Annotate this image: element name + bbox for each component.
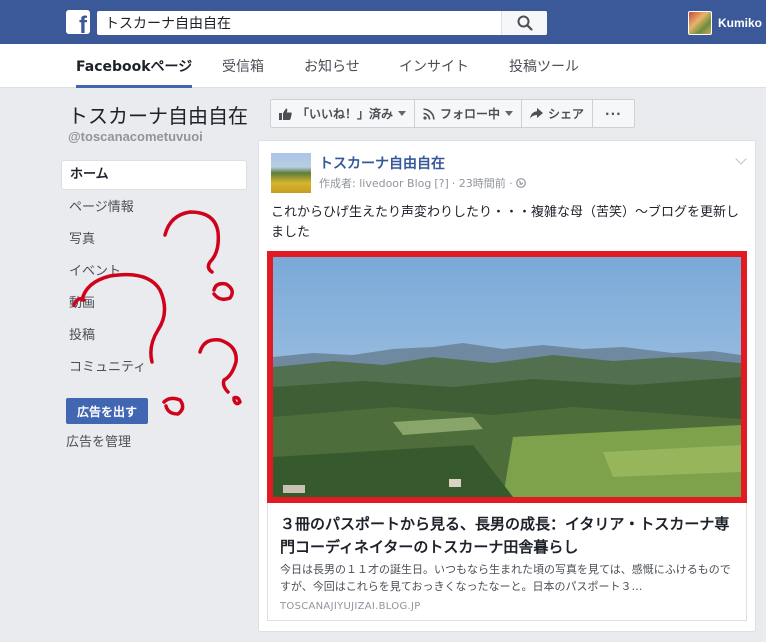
profile-link[interactable]: Kumiko — [688, 11, 762, 35]
chevron-down-icon — [505, 111, 514, 116]
more-icon: ··· — [605, 106, 622, 121]
sidebar-item-events[interactable]: イベント — [61, 256, 247, 288]
chevron-down-icon — [398, 111, 407, 116]
landscape-photo — [273, 257, 741, 497]
tab-notifications[interactable]: お知らせ — [304, 44, 360, 88]
profile-name: Kumiko — [718, 16, 763, 30]
sidebar-item-home[interactable]: ホーム — [61, 160, 247, 190]
tab-inbox[interactable]: 受信箱 — [222, 44, 264, 88]
post-time[interactable]: · 23時間前 · — [452, 175, 513, 191]
page-action-bar: 「いいね！」済み フォロー中 シェア ··· — [270, 99, 635, 128]
tab-facebook-page[interactable]: Facebookページ — [76, 44, 193, 88]
more-options-button[interactable]: ··· — [592, 99, 635, 128]
tab-publishing-tools[interactable]: 投稿ツール — [509, 44, 579, 88]
help-link[interactable]: [?] — [434, 177, 448, 190]
share-button[interactable]: シェア — [521, 99, 594, 128]
top-navigation-bar: f Kumiko — [0, 0, 766, 44]
page-avatar[interactable] — [271, 153, 311, 193]
rss-icon — [423, 107, 435, 120]
post-author[interactable]: トスカーナ自由自在 — [319, 153, 445, 173]
sidebar-item-videos[interactable]: 動画 — [61, 288, 247, 320]
share-arrow-icon — [530, 108, 544, 119]
tab-insights[interactable]: インサイト — [399, 44, 469, 88]
search-box — [97, 11, 547, 35]
sidebar-item-posts[interactable]: 投稿 — [61, 320, 247, 352]
page-tab-bar: Facebookページ 受信箱 お知らせ インサイト 投稿ツール — [0, 44, 766, 88]
page-sidebar-nav: ホーム ページ情報 写真 イベント 動画 投稿 コミュニティ — [61, 160, 247, 384]
link-description: 今日は長男の１１才の誕生日。いつもなら生まれた頃の写真を見ては、感慨にふけるもの… — [280, 563, 731, 593]
following-button[interactable]: フォロー中 — [414, 99, 523, 128]
post-text: これからひげ生えたり声変わりしたり・・・複雑な母（苦笑）〜ブログを更新しました — [271, 205, 740, 240]
link-preview[interactable]: ３冊のパスポートから見る、長男の成長：イタリア・トスカーナ専門コーディネイターの… — [267, 503, 747, 621]
page-handle[interactable]: @toscanacometuvuoi — [68, 129, 203, 144]
liked-button[interactable]: 「いいね！」済み — [270, 99, 416, 128]
promote-button[interactable]: 広告を出す — [66, 398, 148, 424]
facebook-logo-icon[interactable]: f — [66, 10, 90, 34]
thumbs-up-icon — [279, 108, 292, 120]
globe-icon — [515, 178, 526, 188]
post-source[interactable]: 作成者: livedoor Blog — [319, 175, 431, 191]
link-preview-image[interactable] — [267, 251, 747, 503]
sidebar-item-page-info[interactable]: ページ情報 — [61, 192, 247, 224]
post-options-chevron-icon[interactable] — [735, 153, 747, 165]
post-meta: 作成者: livedoor Blog [?] · 23時間前 · — [319, 175, 526, 191]
search-icon — [517, 15, 533, 31]
liked-label: 「いいね！」済み — [297, 107, 394, 121]
avatar — [688, 11, 712, 35]
manage-ads-link[interactable]: 広告を管理 — [66, 431, 131, 450]
link-domain: TOSCANAJIYUJIZAI.BLOG.JP — [280, 601, 421, 612]
sidebar-item-community[interactable]: コミュニティ — [61, 352, 247, 384]
following-label: フォロー中 — [440, 107, 501, 121]
share-label: シェア — [548, 107, 585, 121]
post-card: トスカーナ自由自在 作成者: livedoor Blog [?] · 23時間前… — [258, 140, 756, 632]
search-button[interactable] — [501, 11, 547, 35]
page-title[interactable]: トスカーナ自由自在 — [68, 100, 248, 129]
search-input[interactable] — [97, 11, 499, 35]
sidebar-item-photos[interactable]: 写真 — [61, 224, 247, 256]
link-title[interactable]: ３冊のパスポートから見る、長男の成長：イタリア・トスカーナ専門コーディネイターの… — [280, 513, 740, 559]
